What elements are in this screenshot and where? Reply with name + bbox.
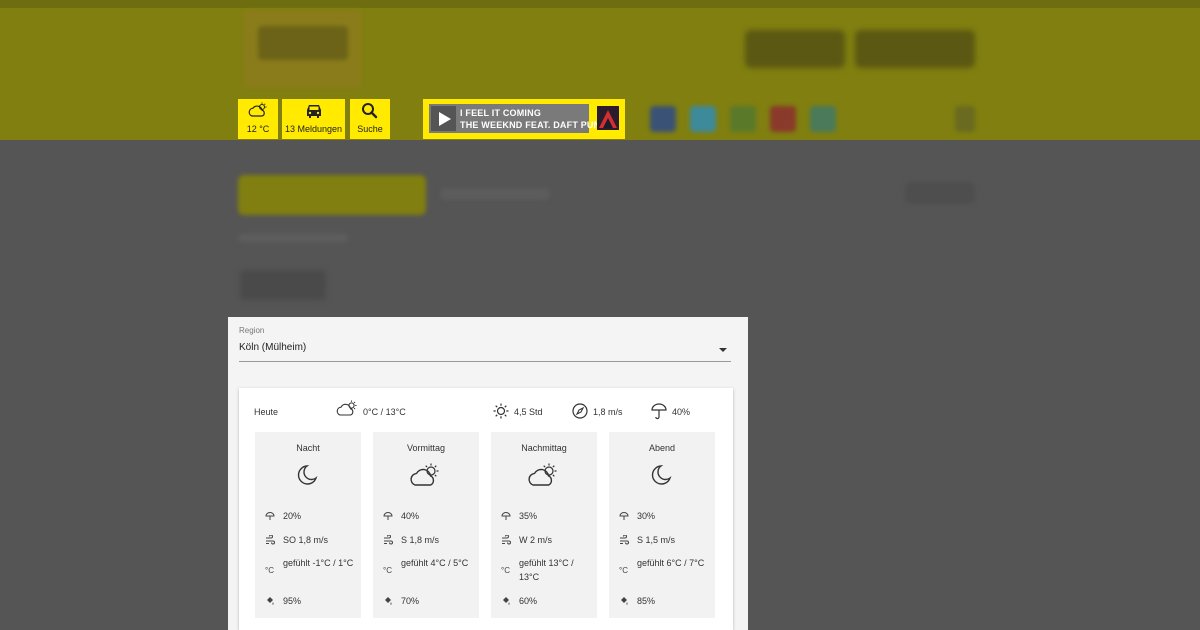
menu-icon: [955, 106, 975, 132]
humidity-icon: [503, 597, 510, 605]
song-title: I FEEL IT COMING: [460, 108, 542, 118]
period-feels: gefühlt 4°C / 5°C: [401, 558, 469, 568]
umbrella-icon: [265, 512, 275, 520]
period-feels: gefühlt -1°C / 1°C: [283, 558, 354, 568]
humidity-icon: [267, 597, 274, 605]
social-facebook-icon: [650, 106, 676, 132]
forecast-card: Heute 0°C / 13°C 4,5 Std 1,8 m/s 40% Nac…: [239, 388, 733, 630]
wind-icon: [502, 535, 511, 545]
car-icon: [282, 99, 345, 124]
period-name: Nacht: [296, 443, 320, 453]
album-cover: [597, 106, 619, 130]
period-vormittag: Vormittag 40% S 1,8 m/s °C gefühlt 4°C /…: [373, 432, 479, 618]
wind-icon: [620, 535, 629, 545]
background-nav-button: [238, 175, 426, 215]
summary-sunshine: 4,5 Std: [514, 407, 543, 417]
social-app-icon: [810, 106, 836, 132]
background-breadcrumb: [238, 234, 348, 242]
period-humidity: 85%: [637, 596, 656, 606]
moon-icon: [609, 463, 715, 492]
search-tile[interactable]: Suche: [350, 99, 390, 139]
period-feels: gefühlt 13°C / 13°C: [519, 558, 574, 582]
background-page-title: [240, 270, 326, 300]
chevron-down-icon: [719, 348, 727, 352]
thermometer-icon: °C: [501, 566, 510, 575]
wind-icon: [384, 535, 393, 545]
period-name: Nachmittag: [521, 443, 567, 453]
moon-icon: [255, 463, 361, 492]
background-nav-item: [905, 182, 975, 204]
period-abend: Abend 30% S 1,5 m/s °C gefühlt 6°C / 7°C…: [609, 432, 715, 618]
humidity-icon: [621, 597, 628, 605]
summary-wind: 1,8 m/s: [593, 407, 623, 417]
umbrella-icon: [619, 512, 629, 520]
traffic-tile-label: 13 Meldungen: [284, 124, 343, 134]
play-icon[interactable]: [431, 106, 456, 131]
umbrella-icon: [651, 403, 667, 420]
summary-temp-range: 0°C / 13°C: [363, 407, 406, 417]
period-name: Vormittag: [406, 443, 446, 453]
thermometer-icon: °C: [265, 566, 274, 575]
period-name: Abend: [648, 443, 676, 453]
period-rain: 35%: [519, 511, 538, 521]
radio-player[interactable]: I FEEL IT COMING THE WEEKND FEAT. DAFT P…: [423, 99, 625, 139]
sun-icon: [493, 403, 509, 419]
sun-cloud-icon: [373, 463, 479, 494]
period-nachmittag: Nachmittag 35% W 2 m/s °C gefühlt 13°C /…: [491, 432, 597, 618]
weather-tile[interactable]: 12 °C: [238, 99, 278, 139]
period-wind: W 2 m/s: [519, 535, 552, 545]
region-select[interactable]: Köln (Mülheim): [239, 339, 731, 362]
song-artist: THE WEEKND FEAT. DAFT PUNK: [460, 120, 608, 130]
period-feels: gefühlt 6°C / 7°C: [637, 558, 705, 568]
region-value: Köln (Mülheim): [239, 342, 307, 353]
brand-wordmark: [745, 30, 975, 70]
forecast-day: Heute: [254, 407, 279, 417]
now-playing-box: I FEEL IT COMING THE WEEKND FEAT. DAFT P…: [429, 104, 607, 133]
social-twitter-icon: [690, 106, 716, 132]
partly-cloudy-icon: [238, 99, 278, 124]
summary-precip: 40%: [672, 407, 691, 417]
wind-icon: [266, 535, 275, 545]
search-tile-label: Suche: [357, 124, 383, 134]
sun-cloud-icon: [336, 400, 357, 416]
station-logo: [244, 10, 362, 88]
period-wind: SO 1,8 m/s: [283, 535, 329, 545]
period-rain: 20%: [283, 511, 302, 521]
period-rain: 40%: [401, 511, 420, 521]
traffic-tile[interactable]: 13 Meldungen: [282, 99, 345, 139]
period-rain: 30%: [637, 511, 656, 521]
umbrella-icon: [501, 512, 511, 520]
social-whatsapp-icon: [730, 106, 756, 132]
period-wind: S 1,8 m/s: [401, 535, 440, 545]
search-icon: [350, 99, 390, 124]
thermometer-icon: °C: [383, 566, 392, 575]
period-humidity: 95%: [283, 596, 302, 606]
thermometer-icon: °C: [619, 566, 628, 575]
social-youtube-icon: [770, 106, 796, 132]
period-nacht: Nacht 20% SO 1,8 m/s °C gefühlt -1°C / 1…: [255, 432, 361, 618]
period-humidity: 70%: [401, 596, 420, 606]
background-nav-text: [440, 188, 550, 200]
region-label: Region: [239, 326, 265, 335]
humidity-icon: [385, 597, 392, 605]
period-wind: S 1,5 m/s: [637, 535, 676, 545]
umbrella-icon: [383, 512, 393, 520]
period-humidity: 60%: [519, 596, 538, 606]
top-strip: [0, 0, 1200, 8]
weather-tile-label: 12 °C: [246, 124, 270, 134]
sun-cloud-icon: [491, 463, 597, 494]
compass-icon: [572, 403, 588, 419]
weather-panel: Region Köln (Mülheim) Heute 0°C / 13°C 4…: [228, 317, 748, 630]
